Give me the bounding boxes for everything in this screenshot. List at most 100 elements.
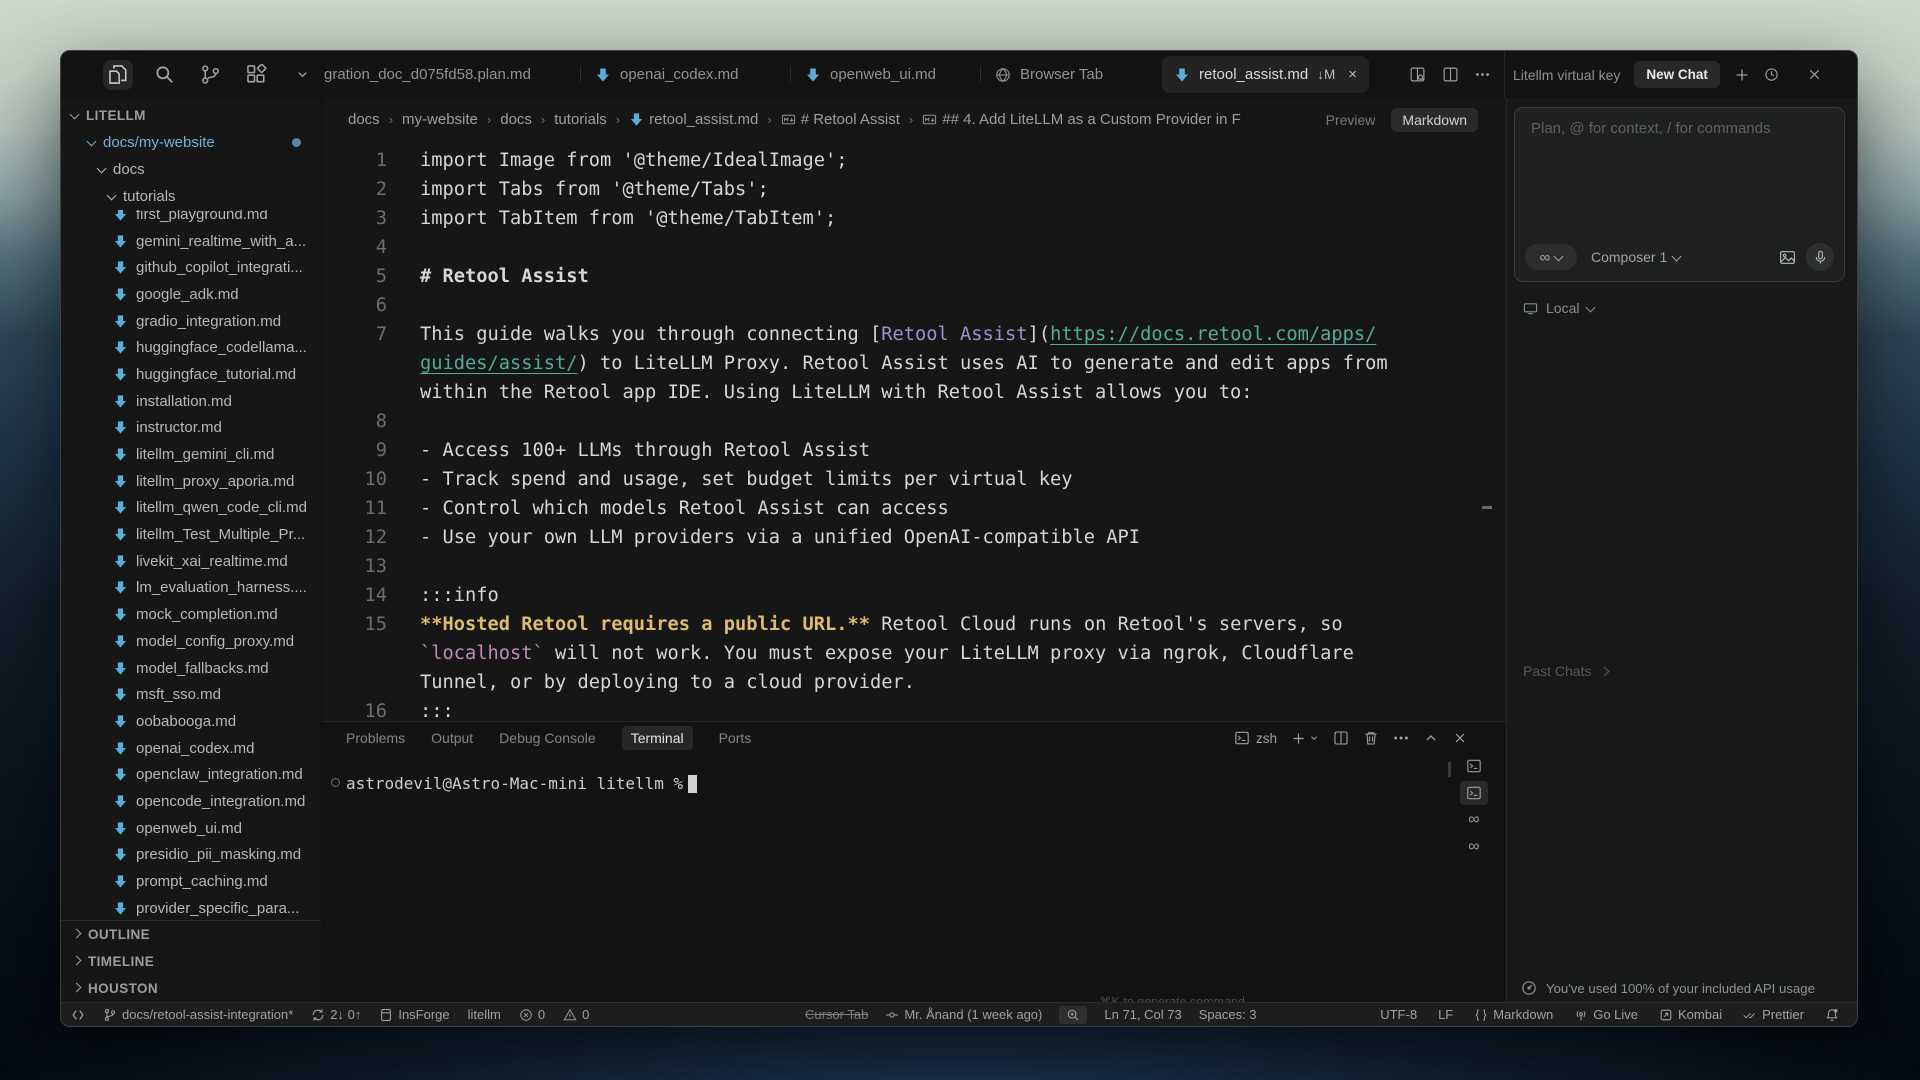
status-spaces-3[interactable]: Spaces: 3 bbox=[1199, 1007, 1257, 1022]
file-oobabooga-md[interactable]: oobabooga.md bbox=[61, 708, 321, 735]
split-terminal-icon[interactable] bbox=[1333, 730, 1349, 746]
folder-tutorials[interactable]: tutorials bbox=[61, 183, 321, 210]
source-control-icon[interactable] bbox=[195, 60, 225, 90]
breadcrumb-item[interactable]: # Retool Assist bbox=[781, 111, 900, 128]
file-openai-codex-md[interactable]: openai_codex.md bbox=[61, 735, 321, 762]
file-presidio-pii-masking-md[interactable]: presidio_pii_masking.md bbox=[61, 842, 321, 869]
file-opencode-integration-md[interactable]: opencode_integration.md bbox=[61, 788, 321, 815]
folder-docs[interactable]: docs bbox=[61, 156, 321, 183]
tab-close-icon[interactable]: × bbox=[1348, 66, 1357, 83]
file-model-config-proxy-md[interactable]: model_config_proxy.md bbox=[61, 628, 321, 655]
breadcrumb-item[interactable]: docs bbox=[500, 111, 532, 128]
breadcrumb-item[interactable]: my-website bbox=[402, 111, 478, 128]
terminal-instance-terminal[interactable] bbox=[1460, 781, 1488, 805]
status-zoom[interactable] bbox=[1059, 1006, 1087, 1024]
close-panel-button[interactable] bbox=[1453, 731, 1467, 745]
terminal-instance-terminal[interactable] bbox=[1460, 754, 1488, 778]
status-litellm[interactable]: litellm bbox=[468, 1007, 501, 1022]
tab-gration-doc-d075fd58-plan-md[interactable]: gration_doc_d075fd58.plan.md bbox=[322, 51, 581, 98]
status-go-live[interactable]: Go Live bbox=[1574, 1007, 1638, 1022]
breadcrumb-item[interactable]: retool_assist.md bbox=[629, 111, 758, 128]
chevron-down-icon[interactable] bbox=[287, 60, 317, 90]
kill-terminal-icon[interactable] bbox=[1363, 730, 1379, 746]
extensions-icon[interactable] bbox=[241, 60, 271, 90]
terminal-more-icon[interactable] bbox=[1393, 730, 1409, 746]
workspace-header[interactable]: LITELLM bbox=[61, 102, 321, 129]
mic-button[interactable] bbox=[1806, 243, 1834, 271]
code-area[interactable]: 1import Image from '@theme/IdealImage';2… bbox=[322, 141, 1506, 721]
status-kombai[interactable]: Kombai bbox=[1659, 1007, 1722, 1022]
preview-button[interactable]: Preview bbox=[1326, 112, 1376, 128]
breadcrumb-item[interactable]: ## 4. Add LiteLLM as a Custom Provider i… bbox=[922, 111, 1240, 128]
terminal-tab-output[interactable]: Output bbox=[431, 730, 473, 746]
file-litellm-qwen-code-cli-md[interactable]: litellm_qwen_code_cli.md bbox=[61, 495, 321, 522]
file-huggingface-tutorial-md[interactable]: huggingface_tutorial.md bbox=[61, 361, 321, 388]
status-insforge[interactable]: InsForge bbox=[379, 1007, 449, 1022]
mode-selector[interactable]: ∞ bbox=[1525, 244, 1577, 270]
status-lf[interactable]: LF bbox=[1438, 1007, 1453, 1022]
file-installation-md[interactable]: installation.md bbox=[61, 388, 321, 415]
file-litellm-test-multiple-pr-[interactable]: litellm_Test_Multiple_Pr... bbox=[61, 521, 321, 548]
file-gradio-integration-md[interactable]: gradio_integration.md bbox=[61, 308, 321, 335]
terminal-tab-terminal[interactable]: Terminal bbox=[622, 726, 693, 750]
status-remote[interactable] bbox=[71, 1008, 85, 1022]
file-lm-evaluation-harness-[interactable]: lm_evaluation_harness.... bbox=[61, 575, 321, 602]
chat-input-box[interactable]: Plan, @ for context, / for commands ∞ Co… bbox=[1514, 107, 1845, 282]
maximize-panel-icon[interactable] bbox=[1423, 730, 1439, 746]
terminal-panel[interactable]: Problems Output Debug Console Terminal Ports… bbox=[322, 721, 1506, 1002]
file-gemini-realtime-with-a-[interactable]: gemini_realtime_with_a... bbox=[61, 228, 321, 255]
terminal-tab-problems[interactable]: Problems bbox=[346, 730, 405, 746]
file-litellm-proxy-aporia-md[interactable]: litellm_proxy_aporia.md bbox=[61, 468, 321, 495]
new-terminal-button[interactable] bbox=[1291, 731, 1319, 746]
file-livekit-xai-realtime-md[interactable]: livekit_xai_realtime.md bbox=[61, 548, 321, 575]
tab-openai-codex-md[interactable]: openai_codex.md bbox=[581, 51, 791, 98]
folder-docs-my-website[interactable]: docs/my-website bbox=[61, 129, 321, 156]
history-icon[interactable] bbox=[1764, 67, 1779, 82]
breadcrumb-item[interactable]: tutorials bbox=[554, 111, 607, 128]
env-selector[interactable]: Local bbox=[1523, 300, 1594, 316]
status-utf-8[interactable]: UTF-8 bbox=[1380, 1007, 1417, 1022]
image-icon[interactable] bbox=[1779, 249, 1796, 266]
file-prompt-caching-md[interactable]: prompt_caching.md bbox=[61, 868, 321, 895]
file-mock-completion-md[interactable]: mock_completion.md bbox=[61, 601, 321, 628]
composer-selector[interactable]: Composer 1 bbox=[1591, 249, 1680, 265]
files-icon[interactable] bbox=[103, 60, 133, 90]
markdown-mode-button[interactable]: Markdown bbox=[1391, 108, 1478, 132]
status-0[interactable]: 0 bbox=[519, 1007, 545, 1022]
section-timeline[interactable]: TIMELINE bbox=[61, 948, 321, 975]
section-houston[interactable]: HOUSTON bbox=[61, 975, 321, 1002]
file-openweb-ui-md[interactable]: openweb_ui.md bbox=[61, 815, 321, 842]
file-msft-sso-md[interactable]: msft_sso.md bbox=[61, 681, 321, 708]
status-bell[interactable] bbox=[1825, 1008, 1839, 1022]
terminal-tab-ports[interactable]: Ports bbox=[719, 730, 752, 746]
tab-retool-assist-md[interactable]: retool_assist.md↓M× bbox=[1162, 56, 1369, 93]
file-litellm-gemini-cli-md[interactable]: litellm_gemini_cli.md bbox=[61, 441, 321, 468]
terminal-instance-infinity[interactable]: ∞ bbox=[1460, 835, 1488, 859]
status-docs-retool-assist-integration-[interactable]: docs/retool-assist-integration* bbox=[103, 1007, 293, 1022]
terminal-instance-infinity[interactable]: ∞ bbox=[1460, 808, 1488, 832]
new-chat-tab[interactable]: New Chat bbox=[1634, 61, 1720, 88]
tab-browser-tab[interactable]: Browser Tab bbox=[981, 51, 1161, 98]
status-mr-nand-1-week-ago-[interactable]: Mr. Ånand (1 week ago) bbox=[885, 1007, 1042, 1022]
file-provider-specific-para-[interactable]: provider_specific_para... bbox=[61, 895, 321, 922]
file-openclaw-integration-md[interactable]: openclaw_integration.md bbox=[61, 761, 321, 788]
section-outline[interactable]: OUTLINE bbox=[61, 921, 321, 948]
terminal-scrollbar[interactable] bbox=[1448, 762, 1451, 777]
breadcrumb-item[interactable]: docs bbox=[348, 111, 380, 128]
tab-openweb-ui-md[interactable]: openweb_ui.md bbox=[791, 51, 981, 98]
status-prettier[interactable]: Prettier bbox=[1743, 1007, 1804, 1022]
close-panel-icon[interactable] bbox=[1807, 67, 1822, 82]
file-huggingface-codellama-[interactable]: huggingface_codellama... bbox=[61, 334, 321, 361]
search-icon[interactable] bbox=[149, 60, 179, 90]
file-instructor-md[interactable]: instructor.md bbox=[61, 415, 321, 442]
split-editor-icon[interactable] bbox=[1442, 66, 1459, 83]
file-google-adk-md[interactable]: google_adk.md bbox=[61, 281, 321, 308]
more-icon[interactable] bbox=[1475, 67, 1490, 82]
terminal-tab-debug-console[interactable]: Debug Console bbox=[499, 730, 596, 746]
editor-pane[interactable]: docs›my-website›docs›tutorials›retool_as… bbox=[322, 98, 1506, 721]
past-chats[interactable]: Past Chats bbox=[1523, 663, 1608, 679]
file-github-copilot-integrati-[interactable]: github_copilot_integrati... bbox=[61, 254, 321, 281]
split-editor-search-icon[interactable] bbox=[1409, 66, 1426, 83]
plus-icon[interactable] bbox=[1734, 67, 1750, 83]
status-markdown[interactable]: Markdown bbox=[1474, 1007, 1553, 1022]
